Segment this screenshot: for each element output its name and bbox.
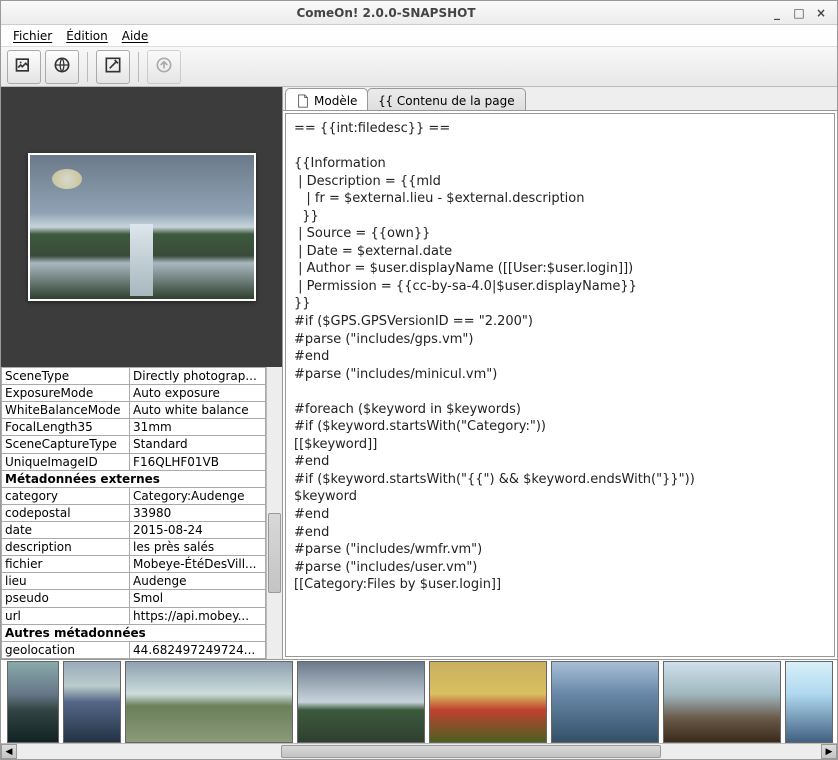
scrollbar-thumb[interactable] [281, 745, 661, 758]
table-row: categoryCategory:Audenge [2, 487, 266, 504]
metadata-section-header: Métadonnées externes [2, 470, 266, 487]
thumbnail[interactable] [429, 661, 547, 743]
table-row: codepostal33980 [2, 504, 266, 521]
table-row: FocalLength3531mm [2, 419, 266, 436]
table-row: date2015-08-24 [2, 521, 266, 538]
template-editor[interactable]: == {{int:filedesc}} == {{Information | D… [285, 113, 835, 657]
menu-help[interactable]: Aide [116, 27, 155, 45]
tab-label: Contenu de la page [397, 94, 515, 108]
window-maximize-button[interactable]: □ [793, 7, 805, 19]
editor-tabs: Modèle {{ Contenu de la page [283, 87, 837, 111]
thumbnail[interactable] [551, 661, 659, 743]
table-row: SceneTypeDirectly photograp... [2, 368, 266, 385]
thumbnail-selected[interactable] [297, 661, 425, 743]
image-plus-icon [14, 55, 34, 78]
menubar: Fichier Édition Aide [1, 25, 837, 47]
braces-icon: {{ [378, 94, 392, 108]
edit-button[interactable] [96, 50, 130, 84]
tab-model[interactable]: Modèle [285, 88, 368, 110]
thumbnail-strip: ◀ ▶ [1, 659, 837, 759]
document-icon [296, 94, 310, 108]
toolbar [1, 47, 837, 87]
thumbnail[interactable] [125, 661, 293, 743]
tab-page-content[interactable]: {{ Contenu de la page [367, 88, 525, 110]
table-row: urlhttps://api.mobey... [2, 607, 266, 624]
scroll-right-button[interactable]: ▶ [821, 744, 837, 759]
table-row: geolocation44.682497249724... [2, 641, 266, 658]
window-title: ComeOn! 2.0.0-SNAPSHOT [296, 6, 475, 20]
add-images-button[interactable] [7, 50, 41, 84]
preview-image[interactable] [28, 153, 256, 301]
table-row: lieuAudenge [2, 573, 266, 590]
table-row: UniqueImageIDF16QLHF01VB [2, 453, 266, 470]
right-pane: Modèle {{ Contenu de la page == {{int:fi… [283, 87, 837, 659]
thumbnail[interactable] [63, 661, 121, 743]
metadata-table: SceneTypeDirectly photograp... ExposureM… [1, 367, 266, 659]
image-preview-area [1, 87, 282, 367]
left-pane: SceneTypeDirectly photograp... ExposureM… [1, 87, 283, 659]
table-row: pseudoSmol [2, 590, 266, 607]
table-row: SceneCaptureTypeStandard [2, 436, 266, 453]
toolbar-separator [87, 52, 88, 82]
toolbar-separator [138, 52, 139, 82]
thumbnail[interactable] [663, 661, 781, 743]
table-row: ExposureModeAuto exposure [2, 385, 266, 402]
menu-file[interactable]: Fichier [7, 27, 58, 45]
pencil-square-icon [103, 55, 123, 78]
globe-icon [52, 55, 72, 78]
table-row: descriptionles près salés [2, 539, 266, 556]
upload-button [147, 50, 181, 84]
window-close-button[interactable]: × [815, 7, 827, 19]
thumbnail[interactable] [7, 661, 59, 743]
upload-icon [154, 55, 174, 78]
table-row: fichierMobeye-ÉtéDesVill... [2, 556, 266, 573]
window-titlebar: ComeOn! 2.0.0-SNAPSHOT _ □ × [1, 1, 837, 25]
tab-label: Modèle [314, 94, 357, 108]
metadata-section-header: Autres métadonnées [2, 624, 266, 641]
thumbnail-scrollbar[interactable]: ◀ ▶ [1, 743, 837, 759]
scroll-left-button[interactable]: ◀ [1, 744, 17, 759]
metadata-scrollbar[interactable] [266, 367, 282, 659]
web-button[interactable] [45, 50, 79, 84]
menu-edit[interactable]: Édition [60, 27, 114, 45]
thumbnail[interactable] [785, 661, 833, 743]
table-row: WhiteBalanceModeAuto white balance [2, 402, 266, 419]
window-minimize-button[interactable]: _ [771, 7, 783, 19]
